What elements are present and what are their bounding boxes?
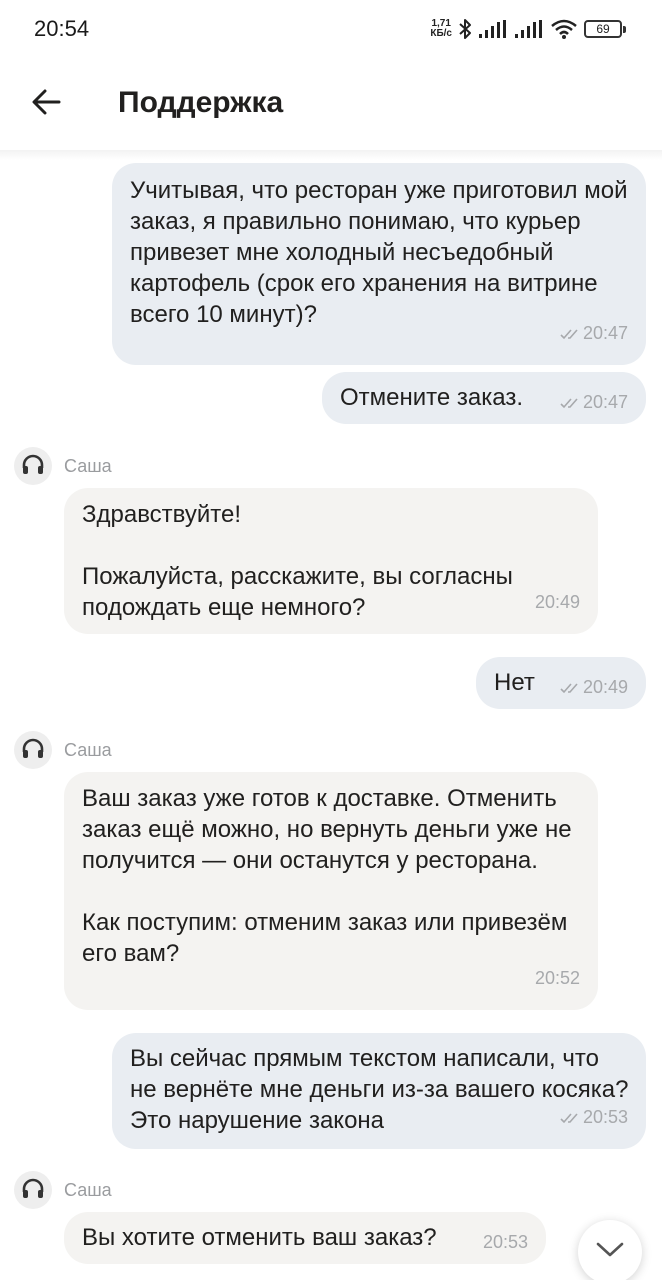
headset-icon	[14, 447, 52, 485]
sender-name: Саша	[64, 739, 112, 760]
message-meta: 20:49	[560, 672, 628, 703]
chat-screen: 20:54 1,71 КБ/с 69 Поддержка Учитывая, ч…	[0, 0, 662, 1280]
network-speed: 1,71 КБ/с	[430, 19, 452, 39]
chevron-down-icon	[596, 1242, 624, 1263]
message-text: Вы сейчас прямым текстом написали, что н…	[130, 1045, 629, 1134]
message-time: 20:49	[534, 592, 580, 612]
message-sender: Саша	[14, 1171, 112, 1209]
message-text: Учитывая, что ресторан уже приготовил мо…	[130, 177, 628, 328]
message-time: 20:53	[582, 1107, 628, 1127]
wifi-icon	[550, 18, 578, 40]
message-meta: 20:49	[535, 587, 580, 618]
message-incoming[interactable]: Вы хотите отменить ваш заказ? 20:53	[64, 1212, 546, 1264]
double-check-icon	[560, 682, 580, 694]
message-text: Нет	[494, 669, 535, 696]
message-meta: 20:53	[560, 1102, 628, 1133]
message-outgoing[interactable]: Нет 20:49	[476, 657, 646, 709]
message-meta: 20:53	[483, 1227, 528, 1258]
signal-icon-2	[514, 19, 544, 39]
header-divider	[0, 150, 662, 160]
double-check-icon	[560, 397, 580, 409]
status-bar: 20:54 1,71 КБ/с 69	[0, 0, 662, 58]
signal-icon-1	[478, 19, 508, 39]
status-time: 20:54	[34, 16, 90, 41]
scroll-down-button[interactable]	[578, 1220, 642, 1280]
message-incoming[interactable]: Здравствуйте! Пожалуйста, расскажите, вы…	[64, 488, 598, 634]
message-text: Отмените заказ.	[340, 384, 524, 411]
message-text: Вы хотите отменить ваш заказ?	[82, 1224, 437, 1251]
status-icons: 1,71 КБ/с 69	[430, 15, 626, 43]
message-incoming[interactable]: Ваш заказ уже готов к доставке. Отменить…	[64, 772, 598, 1010]
message-time: 20:47	[582, 323, 628, 343]
network-speed-unit: КБ/с	[430, 28, 452, 39]
page-title: Поддержка	[118, 86, 284, 119]
double-check-icon	[560, 1112, 580, 1124]
arrow-left-icon	[31, 89, 61, 120]
message-meta: 20:47	[560, 387, 628, 418]
double-check-icon	[560, 328, 580, 340]
message-sender: Саша	[14, 447, 112, 485]
headset-icon	[14, 731, 52, 769]
back-button[interactable]	[22, 82, 70, 126]
message-text: Здравствуйте! Пожалуйста, расскажите, вы…	[82, 501, 513, 621]
message-meta: 20:52	[535, 963, 580, 994]
message-time: 20:52	[534, 968, 580, 988]
message-text: Ваш заказ уже готов к доставке. Отменить…	[82, 785, 572, 967]
message-meta: 20:47	[560, 318, 628, 349]
message-time: 20:47	[582, 392, 628, 412]
sender-name: Саша	[64, 1179, 112, 1200]
message-sender: Саша	[14, 731, 112, 769]
message-time: 20:53	[482, 1232, 528, 1252]
message-outgoing[interactable]: Вы сейчас прямым текстом написали, что н…	[112, 1033, 646, 1149]
message-outgoing[interactable]: Отмените заказ. 20:47	[322, 372, 646, 424]
battery-indicator: 69	[584, 20, 626, 38]
bluetooth-icon	[458, 18, 472, 40]
message-time: 20:49	[582, 677, 628, 697]
message-outgoing[interactable]: Учитывая, что ресторан уже приготовил мо…	[112, 163, 646, 365]
sender-name: Саша	[64, 455, 112, 476]
headset-icon	[14, 1171, 52, 1209]
battery-level: 69	[584, 20, 622, 38]
chat-header: Поддержка	[0, 58, 662, 150]
